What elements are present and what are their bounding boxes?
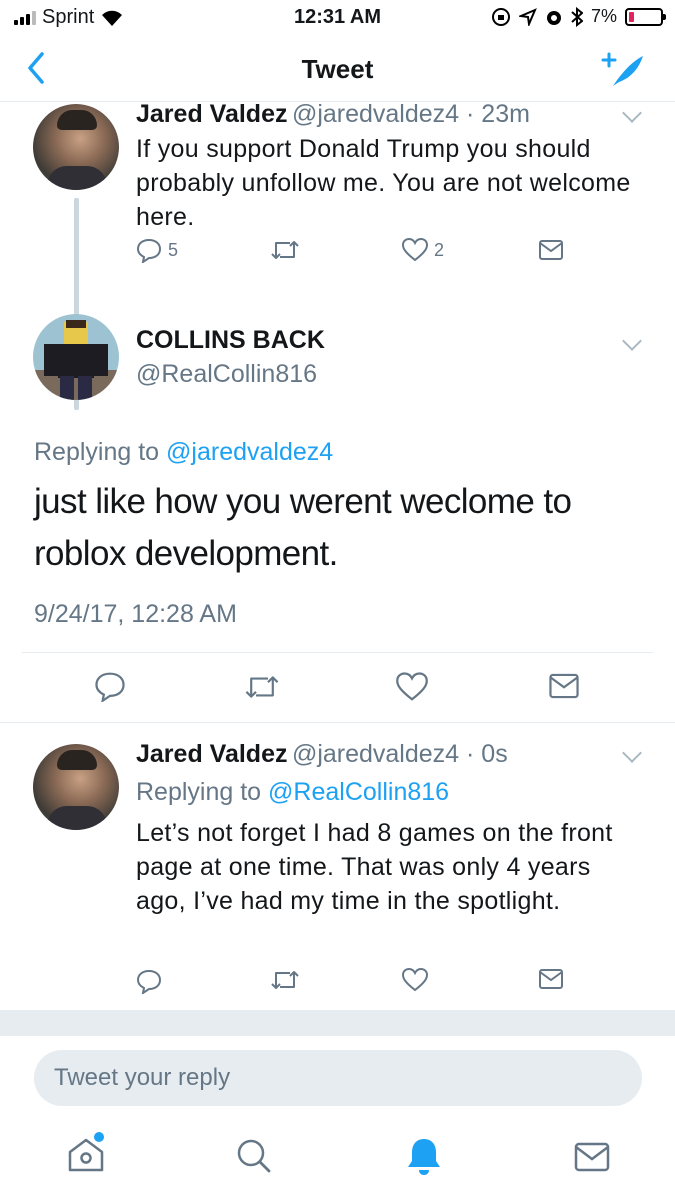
thread-end-band: [0, 1010, 675, 1036]
envelope-icon: [549, 673, 579, 699]
tweet-time: 23m: [481, 100, 530, 128]
retweet-icon: [245, 676, 279, 698]
like-button[interactable]: [396, 672, 428, 707]
replying-to: Replying to @jaredvaldez4: [34, 438, 333, 467]
author-name[interactable]: Jared Valdez: [136, 100, 287, 128]
search-icon: [237, 1139, 271, 1173]
tweet-actions: [0, 670, 675, 710]
retweet-button[interactable]: [270, 968, 300, 997]
author-handle[interactable]: @RealCollin816: [136, 360, 317, 389]
nav-bar: Tweet: [0, 40, 675, 102]
avatar[interactable]: [33, 314, 119, 400]
reply-icon: [136, 969, 162, 996]
status-bar: Sprint 12:31 AM 7%: [0, 0, 675, 36]
retweet-icon: [271, 971, 299, 989]
dm-button[interactable]: [538, 968, 564, 995]
like-button[interactable]: 2: [402, 238, 444, 262]
dm-button[interactable]: [538, 239, 564, 261]
retweet-button[interactable]: [270, 238, 300, 262]
reply-icon: [95, 672, 125, 704]
replying-to-link[interactable]: @jaredvaldez4: [166, 438, 333, 466]
tweet-actions: [136, 967, 656, 999]
chevron-down-icon[interactable]: [622, 331, 642, 351]
replying-to: Replying to @RealCollin816: [136, 778, 449, 807]
reply-button[interactable]: 5: [136, 237, 178, 263]
tab-home[interactable]: [66, 1132, 106, 1179]
status-right: 7%: [491, 6, 666, 27]
tab-notifications[interactable]: [406, 1136, 442, 1181]
heart-icon: [402, 238, 428, 262]
dm-button[interactable]: [548, 672, 580, 705]
envelope-icon: [539, 969, 563, 989]
tab-search[interactable]: [236, 1138, 272, 1179]
tweet-3[interactable]: Jared Valdez @jaredvaldez4 · 0s Replying…: [0, 738, 675, 1006]
notifications-icon: [408, 1139, 440, 1175]
author-name[interactable]: Jared Valdez: [136, 740, 287, 768]
battery-icon: [625, 7, 666, 26]
avatar[interactable]: [33, 104, 119, 190]
page-title: Tweet: [301, 54, 374, 84]
reply-count: 5: [168, 239, 179, 260]
author-name[interactable]: COLLINS BACK: [136, 326, 325, 355]
compose-button[interactable]: [601, 50, 645, 95]
like-button[interactable]: [401, 967, 429, 997]
tweet-2-focused[interactable]: COLLINS BACK @RealCollin816 Replying to …: [0, 310, 675, 720]
divider: [22, 652, 653, 653]
tweet-header: Jared Valdez @jaredvaldez4 · 0s: [136, 740, 508, 768]
tweet-text: If you support Donald Trump you should p…: [136, 135, 631, 231]
heart-icon: [401, 967, 429, 992]
reply-button[interactable]: [94, 670, 126, 707]
tweet-time: 0s: [481, 740, 508, 768]
retweet-icon: [271, 241, 299, 259]
tweet-1[interactable]: Jared Valdez @jaredvaldez4 · 23m If you …: [0, 100, 675, 410]
battery-percent: 7%: [590, 6, 617, 26]
author-handle[interactable]: @jaredvaldez4: [292, 100, 459, 128]
tab-bar: [0, 1120, 675, 1200]
tweet-timestamp: 9/24/17, 12:28 AM: [34, 600, 237, 628]
reply-button[interactable]: [136, 968, 162, 999]
reply-input[interactable]: Tweet your reply: [34, 1050, 642, 1106]
replying-prefix: Replying to: [34, 438, 160, 466]
author-handle[interactable]: @jaredvaldez4: [292, 740, 459, 768]
envelope-icon: [539, 240, 563, 260]
tab-messages[interactable]: [574, 1142, 610, 1177]
reply-icon: [136, 238, 162, 263]
chevron-down-icon[interactable]: [622, 743, 642, 763]
messages-icon: [574, 1142, 610, 1172]
like-count: 2: [434, 239, 445, 260]
new-content-dot: [94, 1132, 104, 1142]
replying-prefix: Replying to: [136, 778, 262, 806]
avatar[interactable]: [33, 744, 119, 830]
replying-to-link[interactable]: @RealCollin816: [268, 778, 449, 806]
compose-tweet-icon: [601, 52, 643, 86]
retweet-button[interactable]: [244, 672, 280, 707]
tweet-text: Let’s not forget I had 8 games on the fr…: [136, 819, 613, 915]
chevron-down-icon[interactable]: [622, 103, 642, 123]
heart-icon: [396, 672, 428, 701]
tweet-text: just like how you werent weclome to robl…: [34, 482, 572, 573]
divider: [0, 722, 675, 723]
bluetooth-icon: [571, 6, 583, 27]
tweet-header: Jared Valdez @jaredvaldez4 · 23m: [136, 100, 530, 128]
alarm-icon: [546, 10, 561, 25]
rotation-lock-icon: [491, 7, 510, 26]
location-icon: [518, 7, 537, 26]
